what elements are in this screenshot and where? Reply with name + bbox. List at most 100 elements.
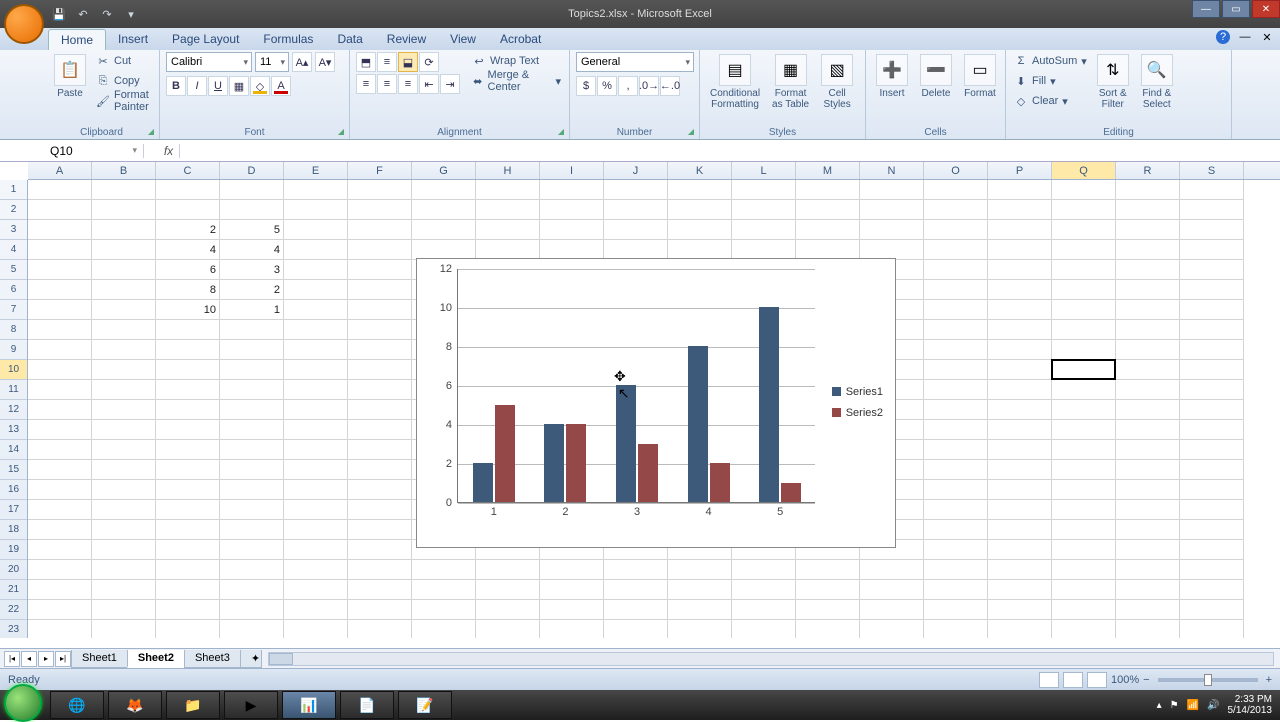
- cell-P1[interactable]: [988, 180, 1052, 200]
- find-select-button[interactable]: 🔍Find & Select: [1137, 52, 1177, 112]
- cell-Q17[interactable]: [1052, 500, 1116, 520]
- cell-B12[interactable]: [92, 400, 156, 420]
- cell-C12[interactable]: [156, 400, 220, 420]
- embedded-chart[interactable]: 02468101212345 Series1Series2: [416, 258, 896, 548]
- cell-P18[interactable]: [988, 520, 1052, 540]
- chart-bar-Series1-2[interactable]: [544, 424, 564, 502]
- cell-C19[interactable]: [156, 540, 220, 560]
- taskbar-word[interactable]: 📄: [340, 691, 394, 719]
- cell-S2[interactable]: [1180, 200, 1244, 220]
- cell-N1[interactable]: [860, 180, 924, 200]
- cell-H3[interactable]: [476, 220, 540, 240]
- cell-P3[interactable]: [988, 220, 1052, 240]
- cell-K2[interactable]: [668, 200, 732, 220]
- align-bottom-button[interactable]: ⬓: [398, 52, 418, 72]
- cut-button[interactable]: ✂Cut: [94, 52, 153, 70]
- office-button[interactable]: [4, 4, 44, 44]
- cell-E19[interactable]: [284, 540, 348, 560]
- cell-S1[interactable]: [1180, 180, 1244, 200]
- cell-O19[interactable]: [924, 540, 988, 560]
- conditional-formatting-button[interactable]: ▤Conditional Formatting: [706, 52, 764, 112]
- cell-E5[interactable]: [284, 260, 348, 280]
- undo-icon[interactable]: ↶: [74, 5, 92, 23]
- cell-Q23[interactable]: [1052, 620, 1116, 638]
- cell-S5[interactable]: [1180, 260, 1244, 280]
- cell-O20[interactable]: [924, 560, 988, 580]
- cell-R10[interactable]: [1116, 360, 1180, 380]
- row-header-19[interactable]: 19: [0, 540, 27, 560]
- cell-I2[interactable]: [540, 200, 604, 220]
- cell-F21[interactable]: [348, 580, 412, 600]
- cell-M3[interactable]: [796, 220, 860, 240]
- cell-Q7[interactable]: [1052, 300, 1116, 320]
- chart-bar-Series1-5[interactable]: [759, 307, 779, 502]
- cell-E16[interactable]: [284, 480, 348, 500]
- clear-button[interactable]: ◇Clear ▾: [1012, 92, 1089, 110]
- cell-E7[interactable]: [284, 300, 348, 320]
- taskbar-firefox[interactable]: 🦊: [108, 691, 162, 719]
- cell-D5[interactable]: 3: [220, 260, 284, 280]
- fill-color-button[interactable]: ◇: [250, 76, 270, 96]
- increase-indent-button[interactable]: ⇥: [440, 74, 460, 94]
- cell-P9[interactable]: [988, 340, 1052, 360]
- cell-P14[interactable]: [988, 440, 1052, 460]
- insert-cells-button[interactable]: ➕Insert: [872, 52, 912, 101]
- row-header-8[interactable]: 8: [0, 320, 27, 340]
- cell-A10[interactable]: [28, 360, 92, 380]
- format-as-table-button[interactable]: ▦Format as Table: [768, 52, 813, 112]
- cell-B4[interactable]: [92, 240, 156, 260]
- cell-D18[interactable]: [220, 520, 284, 540]
- cell-A13[interactable]: [28, 420, 92, 440]
- start-button[interactable]: [4, 684, 42, 722]
- cell-D3[interactable]: 5: [220, 220, 284, 240]
- tray-network-icon[interactable]: 📶: [1187, 700, 1199, 711]
- cell-H23[interactable]: [476, 620, 540, 638]
- cell-O18[interactable]: [924, 520, 988, 540]
- cell-P5[interactable]: [988, 260, 1052, 280]
- cell-S11[interactable]: [1180, 380, 1244, 400]
- cell-F8[interactable]: [348, 320, 412, 340]
- chart-bar-Series2-3[interactable]: [638, 444, 658, 503]
- cell-H22[interactable]: [476, 600, 540, 620]
- cell-A19[interactable]: [28, 540, 92, 560]
- cell-S10[interactable]: [1180, 360, 1244, 380]
- cell-K21[interactable]: [668, 580, 732, 600]
- cell-B7[interactable]: [92, 300, 156, 320]
- copy-button[interactable]: ⎘Copy: [94, 72, 153, 90]
- cell-B5[interactable]: [92, 260, 156, 280]
- cell-O23[interactable]: [924, 620, 988, 638]
- cell-R15[interactable]: [1116, 460, 1180, 480]
- cell-S9[interactable]: [1180, 340, 1244, 360]
- cell-R12[interactable]: [1116, 400, 1180, 420]
- cell-C2[interactable]: [156, 200, 220, 220]
- bold-button[interactable]: B: [166, 76, 186, 96]
- cell-C22[interactable]: [156, 600, 220, 620]
- cell-G4[interactable]: [412, 240, 476, 260]
- cell-D17[interactable]: [220, 500, 284, 520]
- cell-C3[interactable]: 2: [156, 220, 220, 240]
- cell-C8[interactable]: [156, 320, 220, 340]
- cell-I1[interactable]: [540, 180, 604, 200]
- name-box[interactable]: Q10: [44, 144, 144, 158]
- cell-S8[interactable]: [1180, 320, 1244, 340]
- cell-E12[interactable]: [284, 400, 348, 420]
- cell-K23[interactable]: [668, 620, 732, 638]
- cell-R4[interactable]: [1116, 240, 1180, 260]
- cell-D23[interactable]: [220, 620, 284, 638]
- chart-bar-Series2-1[interactable]: [495, 405, 515, 503]
- cell-Q20[interactable]: [1052, 560, 1116, 580]
- cell-P12[interactable]: [988, 400, 1052, 420]
- cell-J3[interactable]: [604, 220, 668, 240]
- cell-K3[interactable]: [668, 220, 732, 240]
- cell-B22[interactable]: [92, 600, 156, 620]
- row-header-3[interactable]: 3: [0, 220, 27, 240]
- cell-P22[interactable]: [988, 600, 1052, 620]
- ribbon-tab-page-layout[interactable]: Page Layout: [160, 29, 251, 50]
- cell-Q21[interactable]: [1052, 580, 1116, 600]
- cell-L20[interactable]: [732, 560, 796, 580]
- cell-R22[interactable]: [1116, 600, 1180, 620]
- cell-L4[interactable]: [732, 240, 796, 260]
- font-color-button[interactable]: A: [271, 76, 291, 96]
- cell-Q14[interactable]: [1052, 440, 1116, 460]
- format-cells-button[interactable]: ▭Format: [960, 52, 1000, 101]
